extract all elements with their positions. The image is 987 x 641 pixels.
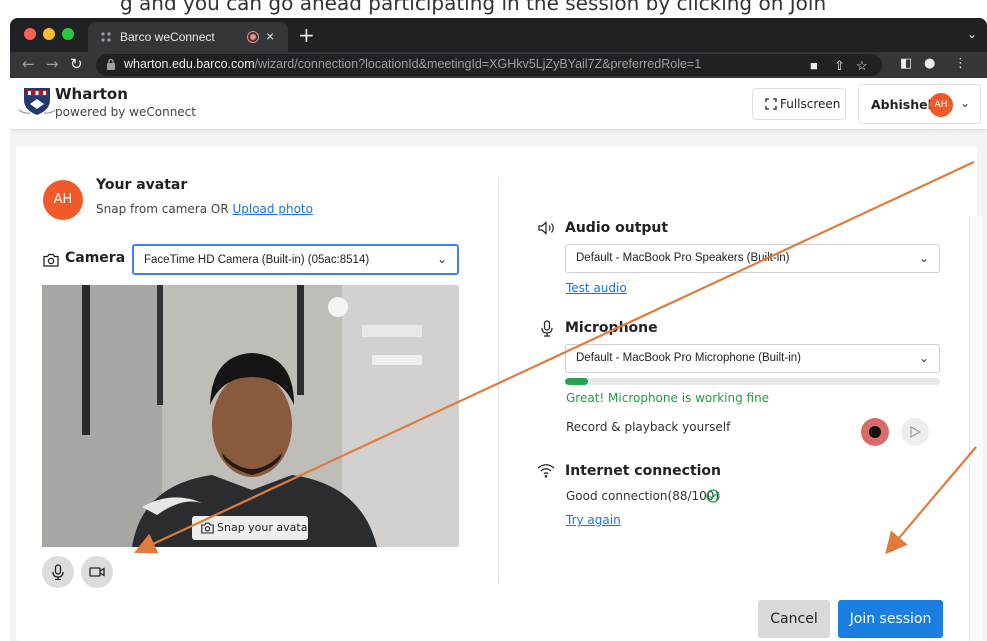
playback-button[interactable] [901, 418, 929, 446]
fullscreen-label: Fullscreen [780, 97, 841, 111]
maximize-window-button[interactable] [62, 28, 74, 40]
browser-tab[interactable]: Barco weConnect × [88, 22, 288, 52]
audio-output-select[interactable]: Default - MacBook Pro Speakers (Built-in… [565, 244, 940, 273]
tab-title: Barco weConnect [120, 30, 215, 44]
test-audio-link[interactable]: Test audio [566, 281, 627, 295]
new-tab-button[interactable]: + [298, 23, 315, 47]
camera-in-use-icon[interactable]: ■ [810, 58, 818, 73]
camera-feed-image [42, 285, 459, 547]
chevron-down-icon: ⌄ [918, 251, 929, 265]
audio-output-select-value: Default - MacBook Pro Speakers (Built-in… [576, 252, 790, 264]
camera-icon [43, 253, 59, 267]
chevron-down-icon: ⌄ [918, 351, 929, 365]
web-page: Wharton powered by weConnect Fullscreen … [10, 78, 987, 641]
record-icon [869, 426, 881, 438]
chevron-down-icon: ⌄ [960, 96, 971, 110]
cancel-button[interactable]: Cancel [758, 600, 830, 638]
microphone-toggle-button[interactable] [42, 556, 74, 588]
record-playback-label: Record & playback yourself [566, 420, 731, 434]
user-menu-button[interactable]: Abhishek AH ⌄ [858, 84, 981, 124]
forward-icon[interactable]: → [46, 55, 59, 73]
audio-output-title: Audio output [565, 220, 669, 236]
column-divider [498, 178, 499, 583]
speaker-icon [538, 221, 554, 235]
microphone-title: Microphone [565, 320, 658, 336]
camera-select-value: FaceTime HD Camera (Built-in) (05ac:8514… [144, 254, 370, 266]
org-subtitle: powered by weConnect [55, 105, 196, 119]
org-name: Wharton [55, 85, 128, 103]
avatar-subtitle: Snap from camera OR Upload photo [96, 202, 313, 216]
screenshot-root: g and you can go ahead participating in … [0, 0, 987, 641]
browser-toolbar: ← → ↻ wharton.edu.barco.com/wizard/conne… [10, 52, 987, 78]
snap-avatar-button[interactable]: Snap your avatar [192, 516, 312, 540]
internet-connection-title: Internet connection [565, 463, 722, 479]
browser-menu-icon[interactable]: ⋮ [954, 56, 967, 71]
video-camera-icon [89, 567, 105, 577]
lock-icon [107, 58, 115, 70]
browser-window: Barco weConnect × + ⌄ ← → ↻ wharton.edu.… [10, 18, 987, 641]
back-icon[interactable]: ← [22, 55, 35, 73]
minimize-window-button[interactable] [43, 28, 55, 40]
camera-select[interactable]: FaceTime HD Camera (Built-in) (05ac:8514… [132, 244, 459, 275]
fullscreen-button[interactable]: Fullscreen [752, 88, 846, 120]
play-icon [910, 426, 921, 438]
check-circle-icon [706, 489, 720, 503]
connection-status: Good connection(88/100) [566, 489, 720, 503]
try-again-link[interactable]: Try again [566, 513, 621, 527]
camera-label: Camera [65, 250, 126, 266]
tab-search-chevron-icon[interactable]: ⌄ [967, 27, 977, 41]
microphone-select-value: Default - MacBook Pro Microphone (Built-… [576, 352, 801, 364]
avatar-preview: AH [43, 180, 83, 220]
microphone-level-fill [565, 378, 588, 385]
address-bar[interactable]: wharton.edu.barco.com/wizard/connection?… [96, 54, 882, 76]
microphone-level-meter [565, 378, 940, 385]
tab-strip: Barco weConnect × + ⌄ [10, 18, 987, 52]
reload-icon[interactable]: ↻ [70, 55, 83, 73]
recording-indicator-icon [248, 32, 258, 42]
microphone-select[interactable]: Default - MacBook Pro Microphone (Built-… [565, 344, 940, 373]
bookmark-star-icon[interactable]: ☆ [856, 58, 868, 74]
tab-close-button[interactable]: × [266, 28, 274, 44]
camera-icon [201, 522, 214, 534]
camera-toggle-button[interactable] [81, 556, 113, 588]
user-avatar: AH [929, 93, 953, 117]
avatar-title: Your avatar [96, 177, 188, 193]
upload-photo-link[interactable]: Upload photo [232, 202, 312, 216]
side-panel-icon[interactable]: ◧ [900, 56, 912, 71]
share-icon[interactable]: ⇧ [834, 58, 845, 74]
user-name: Abhishek [871, 97, 936, 112]
wifi-icon [537, 464, 555, 478]
microphone-icon [52, 564, 64, 580]
join-session-button[interactable]: Join session [838, 600, 943, 638]
fullscreen-icon [765, 98, 777, 110]
app-header: Wharton powered by weConnect Fullscreen … [10, 78, 987, 130]
profile-icon[interactable]: ● [924, 56, 935, 71]
record-button[interactable] [861, 418, 889, 446]
chevron-down-icon: ⌄ [436, 252, 447, 266]
page-scrollbar[interactable] [969, 216, 983, 641]
snap-avatar-label: Snap your avatar [217, 521, 312, 534]
slide-caption: g and you can go ahead participating in … [120, 0, 827, 15]
microphone-status: Great! Microphone is working fine [566, 391, 770, 405]
microphone-icon [541, 320, 553, 337]
camera-preview [42, 285, 459, 547]
barco-favicon-icon [101, 32, 111, 42]
slide-caption-strip: g and you can go ahead participating in … [0, 0, 987, 18]
wharton-crest-logo-icon [18, 88, 56, 115]
url-text: wharton.edu.barco.com/wizard/connection?… [124, 57, 702, 71]
close-window-button[interactable] [24, 28, 36, 40]
